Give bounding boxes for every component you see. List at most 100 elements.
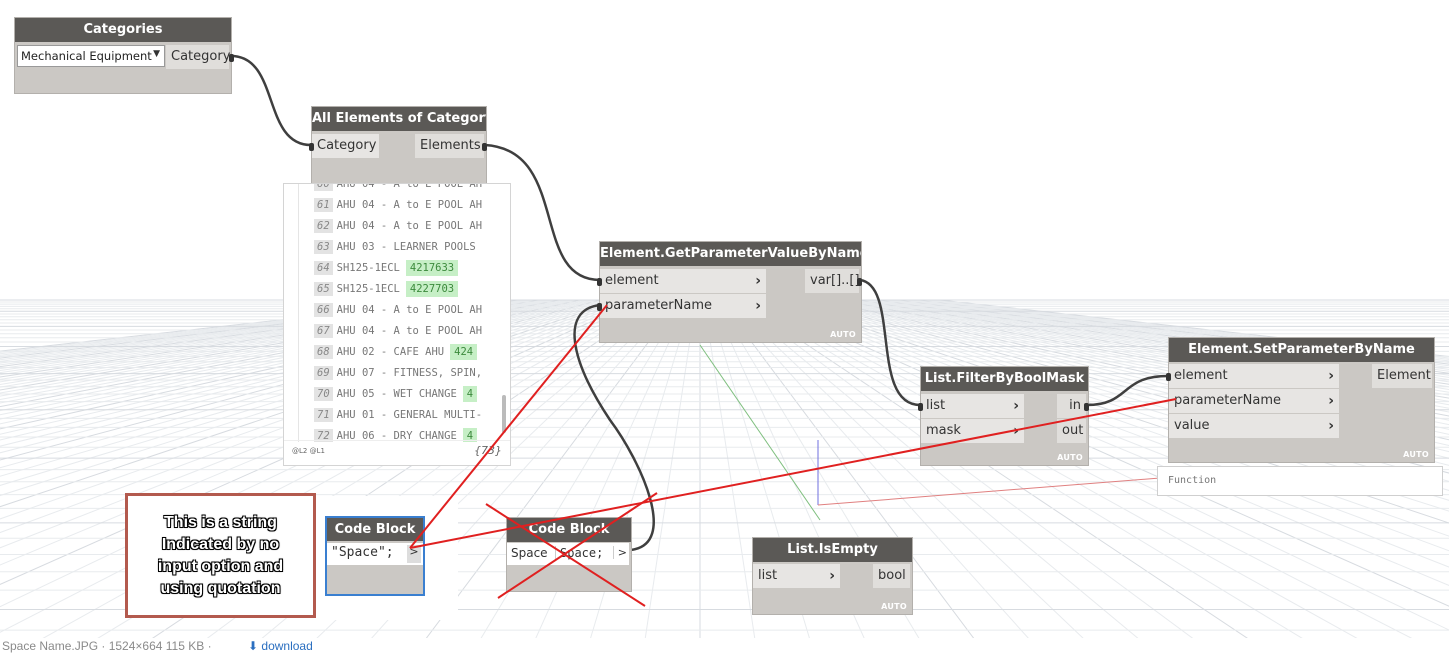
code-row: "Space"; > (327, 543, 423, 565)
item-text: AHU 04 - A to E POOL AH (336, 184, 483, 190)
input-port-mask[interactable]: mask › (921, 419, 1024, 443)
port-label: Element (1377, 368, 1431, 383)
categories-node[interactable]: Categories Mechanical Equipment ▼ Catego… (14, 17, 234, 94)
item-index: 62 (314, 219, 333, 233)
port-label: Elements (420, 138, 481, 153)
item-index: 66 (314, 303, 333, 317)
element-id[interactable]: 4227703 (405, 281, 459, 297)
item-text: AHU 03 - LEARNER POOLS (336, 241, 476, 253)
list-levels[interactable]: @L2 @L1 (292, 447, 325, 455)
input-port-list[interactable]: list › (753, 564, 840, 588)
code-text[interactable]: Space; (555, 546, 603, 560)
input-port-value[interactable]: value › (1169, 414, 1339, 438)
port-connector (482, 143, 487, 151)
get-parameter-node[interactable]: Element.GetParameterValueByName element … (597, 241, 862, 343)
node-title: List.FilterByBoolMask (921, 367, 1088, 391)
item-text: AHU 05 - WET CHANGE (336, 388, 457, 400)
output-port[interactable]: > (407, 545, 421, 563)
node-title: List.IsEmpty (753, 538, 912, 562)
filter-bool-mask-node[interactable]: List.FilterByBoolMask list › mask › in o… (918, 366, 1089, 466)
node-title: Element.GetParameterValueByName (600, 242, 861, 266)
input-port-list[interactable]: list › (921, 394, 1024, 418)
list-item: 66 AHU 04 - A to E POOL AH (284, 300, 506, 321)
input-port-category[interactable]: Category (312, 134, 379, 158)
item-text: AHU 04 - A to E POOL AH (336, 325, 483, 337)
code-block-2-node[interactable]: Code Block Space Space; > (506, 517, 632, 592)
annotation-box: This is a string Indicated by no input o… (125, 493, 316, 618)
output-port-bool[interactable]: bool (873, 564, 910, 588)
input-port-parametername[interactable]: parameterName › (600, 294, 766, 318)
download-icon: ⬇ (248, 639, 259, 653)
item-text: AHU 04 - A to E POOL AH (336, 220, 483, 232)
watch-preview[interactable]: 60 AHU 04 - A to E POOL AH 61 AHU 04 - A to… (283, 183, 511, 466)
port-label: parameterName (1174, 393, 1281, 408)
list-item: 65 SH125-1ECL 4227703 (284, 279, 506, 300)
item-index: 67 (314, 324, 333, 338)
output-port-elements[interactable]: Elements (415, 134, 484, 158)
item-index: 65 (314, 282, 333, 296)
annotation-text: This is a string Indicated by no input o… (157, 513, 284, 597)
item-index: 70 (314, 387, 333, 401)
port-label: bool (878, 568, 906, 583)
port-label: in (1069, 398, 1081, 413)
item-text: SH125-1ECL (336, 283, 400, 295)
port-label: Category (171, 49, 231, 64)
item-index: 60 (314, 184, 333, 191)
chevron-right-icon: › (1328, 393, 1334, 409)
chevron-down-icon: ▼ (153, 49, 160, 59)
code-text[interactable]: "Space"; (331, 545, 394, 560)
output-port[interactable]: Category (166, 45, 231, 69)
chevron-right-icon: › (755, 298, 761, 314)
preview-footer: @L2 @L1 {73} (284, 440, 510, 465)
item-index: 69 (314, 366, 333, 380)
chevron-right-icon: › (1328, 418, 1334, 434)
port-label: element (605, 273, 659, 288)
code-row: Space Space; > (507, 543, 629, 565)
output-port-in[interactable]: in (1057, 394, 1086, 418)
port-connector (229, 54, 234, 62)
function-preview[interactable]: Function (1157, 466, 1443, 496)
port-connector (597, 278, 602, 286)
list-item: 70 AHU 05 - WET CHANGE 4 (284, 384, 506, 405)
download-link[interactable]: ⬇ download (248, 639, 313, 653)
category-dropdown[interactable]: Mechanical Equipment ▼ (17, 45, 165, 67)
dynamo-canvas[interactable]: Categories Mechanical Equipment ▼ Catego… (0, 0, 1449, 638)
element-id[interactable]: 424 (450, 344, 478, 360)
port-connector (309, 143, 314, 151)
output-port-var[interactable]: var[]..[] (805, 269, 860, 293)
item-text: AHU 02 - CAFE AHU (336, 346, 445, 358)
port-connector (918, 403, 923, 411)
item-index: 71 (314, 408, 333, 422)
lacing-label: AUTO (881, 602, 907, 611)
set-parameter-node[interactable]: Element.SetParameterByName element › par… (1166, 337, 1435, 463)
output-port[interactable]: > (612, 546, 627, 559)
port-label: out (1062, 423, 1084, 438)
preview-list[interactable]: 60 AHU 04 - A to E POOL AH 61 AHU 04 - A to… (284, 184, 506, 442)
list-is-empty-node[interactable]: List.IsEmpty list › bool AUTO (752, 537, 913, 615)
element-id[interactable]: 4217633 (405, 260, 459, 276)
port-label: element (1174, 368, 1228, 383)
output-port-element[interactable]: Element (1372, 364, 1432, 388)
chevron-right-icon: › (1328, 368, 1334, 384)
element-id[interactable]: 4 (462, 386, 478, 402)
output-port-out[interactable]: out (1057, 419, 1086, 443)
node-title: Categories (15, 18, 231, 42)
port-label: var[]..[] (810, 273, 860, 288)
input-port-parametername[interactable]: parameterName › (1169, 389, 1339, 413)
input-port-space[interactable]: Space (511, 546, 548, 560)
list-item: 67 AHU 04 - A to E POOL AH (284, 321, 506, 342)
all-elements-node[interactable]: All Elements of Category Category Elemen… (309, 106, 487, 185)
preview-scrollbar[interactable] (502, 395, 506, 433)
code-block-1-node[interactable]: Code Block "Space"; > (325, 516, 425, 596)
chevron-right-icon: › (755, 273, 761, 289)
list-item: 71 AHU 01 - GENERAL MULTI- (284, 405, 506, 426)
download-label: download (261, 639, 313, 653)
input-port-element[interactable]: element › (600, 269, 766, 293)
list-item: 69 AHU 07 - FITNESS, SPIN, (284, 363, 506, 384)
item-index: 61 (314, 198, 333, 212)
input-port-element[interactable]: element › (1169, 364, 1339, 388)
lacing-label: AUTO (830, 330, 856, 339)
dropdown-value: Mechanical Equipment (21, 49, 152, 63)
item-text: AHU 04 - A to E POOL AH (336, 199, 483, 211)
port-label: Category (317, 138, 377, 153)
